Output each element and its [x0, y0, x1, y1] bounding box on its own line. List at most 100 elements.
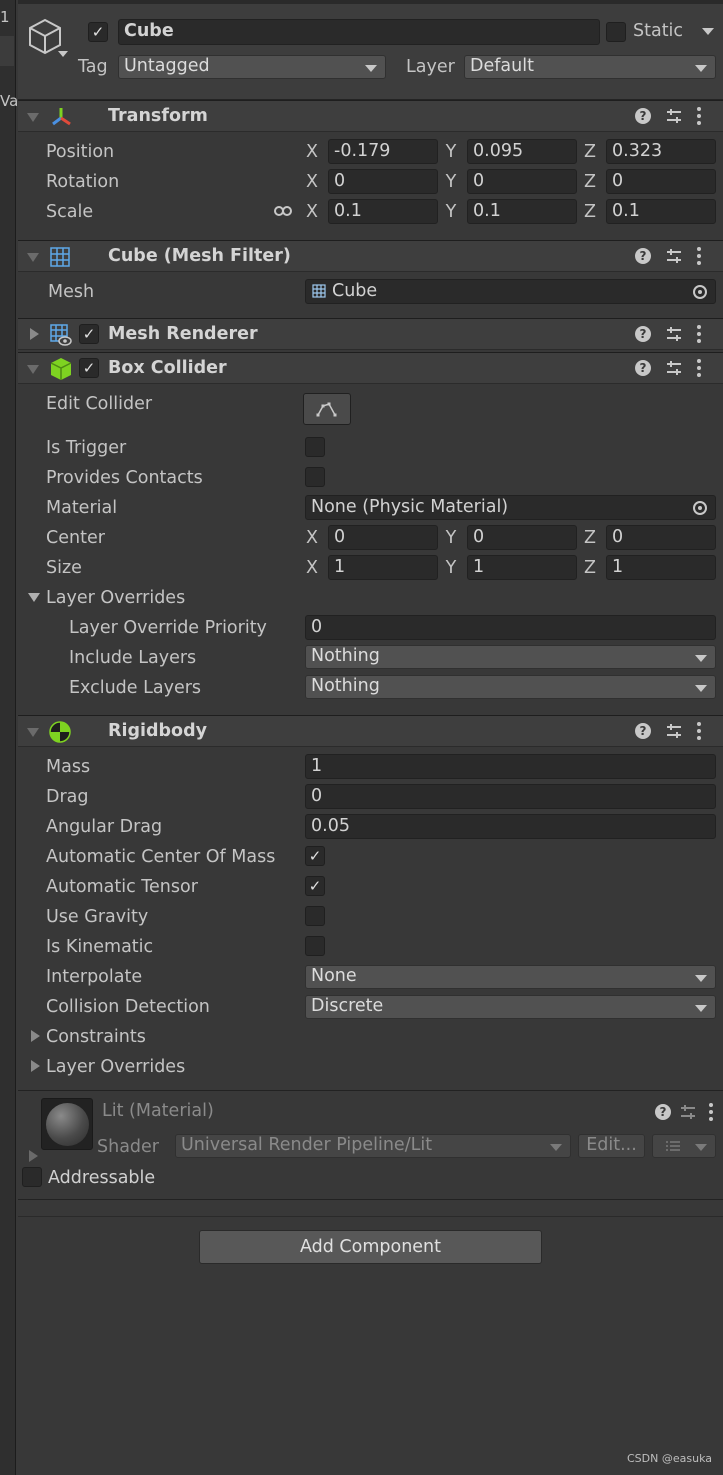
object-picker-icon[interactable] [693, 285, 707, 299]
y-axis-label[interactable]: Y [443, 141, 459, 163]
provides-contacts-checkbox[interactable] [305, 467, 325, 487]
is-trigger-checkbox[interactable] [305, 437, 325, 457]
angular-drag-field[interactable]: 0.05 [305, 814, 716, 839]
layer-override-priority-field[interactable]: 0 [305, 615, 716, 640]
rigidbody-layer-overrides-foldout[interactable]: Layer Overrides [46, 1056, 185, 1078]
shader-edit-button[interactable]: Edit... [578, 1134, 645, 1158]
more-menu-icon[interactable] [697, 107, 701, 125]
help-icon[interactable]: ? [635, 326, 651, 342]
foldout-arrow-icon[interactable] [27, 113, 39, 122]
y-axis-label[interactable]: Y [443, 201, 459, 223]
link-icon[interactable] [274, 204, 292, 218]
layer-overrides-foldout[interactable]: Layer Overrides [46, 587, 185, 609]
static-dropdown-arrow[interactable] [702, 28, 714, 35]
size-z-field[interactable]: 1 [606, 555, 716, 580]
include-layers-dropdown[interactable]: Nothing [305, 645, 716, 669]
position-z-field[interactable]: 0.323 [606, 139, 716, 164]
z-axis-label[interactable]: Z [582, 201, 598, 223]
constraints-foldout-icon[interactable] [31, 1030, 40, 1042]
foldout-arrow-icon[interactable] [27, 253, 39, 262]
static-checkbox[interactable] [606, 22, 626, 42]
is-kinematic-checkbox[interactable] [305, 936, 325, 956]
add-component-button[interactable]: Add Component [199, 1230, 542, 1264]
transform-header[interactable]: Transform ? [18, 100, 723, 132]
preset-icon[interactable] [665, 359, 683, 377]
z-axis-label[interactable]: Z [582, 527, 598, 549]
auto-center-of-mass-checkbox[interactable]: ✓ [305, 846, 325, 866]
help-icon[interactable]: ? [635, 248, 651, 264]
center-z-field[interactable]: 0 [606, 525, 716, 550]
help-icon[interactable]: ? [635, 360, 651, 376]
use-gravity-checkbox[interactable] [305, 906, 325, 926]
z-axis-label[interactable]: Z [582, 171, 598, 193]
preset-icon[interactable] [665, 325, 683, 343]
layer-overrides-foldout-icon[interactable] [31, 1060, 40, 1072]
mesh-renderer-header[interactable]: ✓ Mesh Renderer ? [18, 318, 723, 350]
z-axis-label[interactable]: Z [582, 141, 598, 163]
preset-icon[interactable] [665, 722, 683, 740]
addressable-checkbox[interactable] [22, 1167, 42, 1187]
icon-dropdown-arrow[interactable] [58, 51, 68, 57]
rotation-x-field[interactable]: 0 [328, 169, 438, 194]
tag-dropdown[interactable]: Untagged [118, 55, 386, 79]
x-axis-label[interactable]: X [304, 557, 320, 579]
y-axis-label[interactable]: Y [443, 527, 459, 549]
mesh-filter-header[interactable]: Cube (Mesh Filter) ? [18, 240, 723, 272]
shader-options-dropdown[interactable] [652, 1134, 716, 1158]
mesh-object-field[interactable]: Cube [305, 279, 716, 304]
more-menu-icon[interactable] [697, 359, 701, 377]
object-picker-icon[interactable] [693, 501, 707, 515]
position-x-field[interactable]: -0.179 [328, 139, 438, 164]
layer-dropdown[interactable]: Default [464, 55, 716, 79]
physic-material-field[interactable]: None (Physic Material) [305, 495, 716, 520]
mesh-renderer-enabled-checkbox[interactable]: ✓ [79, 324, 99, 344]
rotation-y-field[interactable]: 0 [467, 169, 577, 194]
help-icon[interactable]: ? [635, 723, 651, 739]
auto-tensor-checkbox[interactable]: ✓ [305, 876, 325, 896]
position-y-field[interactable]: 0.095 [467, 139, 577, 164]
x-axis-label[interactable]: X [304, 171, 320, 193]
shader-dropdown[interactable]: Universal Render Pipeline/Lit [175, 1134, 571, 1158]
x-axis-label[interactable]: X [304, 201, 320, 223]
preset-icon[interactable] [679, 1103, 697, 1121]
more-menu-icon[interactable] [697, 325, 701, 343]
foldout-arrow-icon[interactable] [27, 728, 39, 737]
x-axis-label[interactable]: X [304, 527, 320, 549]
mass-field[interactable]: 1 [305, 754, 716, 779]
material-foldout-icon[interactable] [29, 1150, 38, 1162]
material-label: Material [46, 498, 118, 518]
interpolate-dropdown[interactable]: None [305, 965, 716, 989]
more-menu-icon[interactable] [697, 722, 701, 740]
foldout-arrow-icon[interactable] [27, 365, 39, 374]
preset-icon[interactable] [665, 107, 683, 125]
constraints-foldout[interactable]: Constraints [46, 1026, 146, 1048]
rigidbody-header[interactable]: Rigidbody ? [18, 715, 723, 747]
more-menu-icon[interactable] [697, 247, 701, 265]
center-x-field[interactable]: 0 [328, 525, 438, 550]
collision-detection-dropdown[interactable]: Discrete [305, 995, 716, 1019]
help-icon[interactable]: ? [635, 108, 651, 124]
box-collider-header[interactable]: ✓ Box Collider ? [18, 352, 723, 384]
preset-icon[interactable] [665, 247, 683, 265]
rotation-z-field[interactable]: 0 [606, 169, 716, 194]
exclude-layers-dropdown[interactable]: Nothing [305, 675, 716, 699]
size-y-field[interactable]: 1 [467, 555, 577, 580]
scale-z-field[interactable]: 0.1 [606, 199, 716, 224]
center-y-field[interactable]: 0 [467, 525, 577, 550]
z-axis-label[interactable]: Z [582, 557, 598, 579]
active-checkbox[interactable]: ✓ [88, 22, 108, 42]
scale-x-field[interactable]: 0.1 [328, 199, 438, 224]
edit-collider-button[interactable] [303, 393, 351, 425]
layer-overrides-foldout-icon[interactable] [28, 593, 40, 602]
drag-field[interactable]: 0 [305, 784, 716, 809]
y-axis-label[interactable]: Y [443, 557, 459, 579]
foldout-arrow-icon[interactable] [30, 328, 39, 340]
scale-y-field[interactable]: 0.1 [467, 199, 577, 224]
object-name-field[interactable]: Cube [118, 19, 600, 45]
help-icon[interactable]: ? [655, 1104, 671, 1120]
y-axis-label[interactable]: Y [443, 171, 459, 193]
x-axis-label[interactable]: X [304, 141, 320, 163]
more-menu-icon[interactable] [709, 1103, 713, 1121]
size-x-field[interactable]: 1 [328, 555, 438, 580]
box-collider-enabled-checkbox[interactable]: ✓ [79, 358, 99, 378]
